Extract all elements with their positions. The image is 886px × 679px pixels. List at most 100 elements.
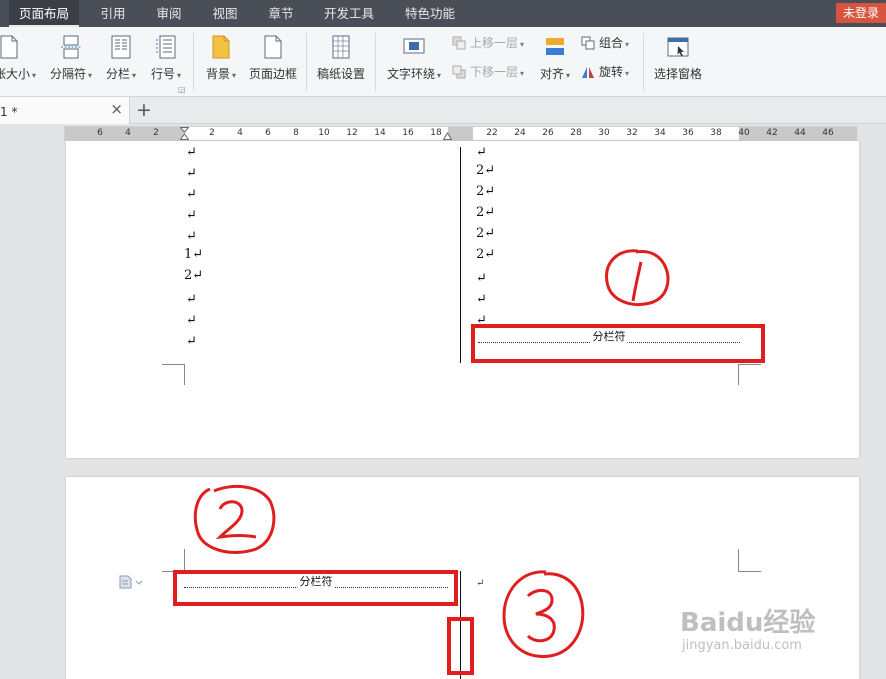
align-label: 对齐 [539, 67, 564, 81]
paragraph-line[interactable]: ↵ [186, 166, 197, 181]
horizontal-ruler[interactable]: 6 4 2 2 4 6 8 10 12 14 16 18 22 24 26 28… [64, 126, 857, 141]
tab-special-features[interactable]: 特色功能 [396, 0, 464, 27]
background-button[interactable]: 背景 ▾ [200, 27, 242, 97]
align-button[interactable]: 对齐 ▾ [535, 27, 575, 97]
paragraph-line[interactable]: ↵ [476, 145, 487, 160]
right-indent-marker-icon[interactable] [443, 127, 452, 140]
send-backward-button[interactable]: 下移一层 ▾ [452, 62, 524, 82]
tab-chapter[interactable]: 章节 [260, 0, 302, 27]
close-icon[interactable]: × [110, 100, 123, 118]
page-1[interactable]: ↵ ↵ ↵ ↵ ↵ 1↵ 2↵ ↵ ↵ ↵ ↵ 2↵ 2↵ 2↵ 2↵ 2↵ ↵… [66, 141, 859, 458]
page-break-icon [61, 35, 81, 59]
tab-developer[interactable]: 开发工具 [315, 0, 383, 27]
tab-review[interactable]: 审阅 [148, 0, 190, 27]
tab-references[interactable]: 引用 [92, 0, 134, 27]
ruler-tick-label: 18 [430, 128, 442, 138]
document-tab-strip: 档1 * × + [0, 97, 886, 124]
paragraph-mark[interactable]: ↵ [476, 578, 484, 589]
paragraph-layout-icon[interactable] [119, 575, 145, 589]
break-button[interactable]: 分隔符 ▾ [46, 27, 96, 97]
line-numbers-icon [156, 35, 176, 59]
indent-marker-icon[interactable] [180, 127, 189, 140]
login-button[interactable]: 未登录 [836, 3, 886, 23]
ruler-tick-label: 30 [598, 128, 610, 138]
tab-view[interactable]: 视图 [204, 0, 246, 27]
page-border-button[interactable]: 页面边框 [244, 27, 302, 97]
ribbon-divider [193, 33, 194, 91]
dialog-launcher-icon[interactable]: ◲ [178, 85, 186, 94]
annotation-circle-1-icon [605, 249, 670, 306]
group-icon [581, 36, 595, 50]
ruler-tick-label: 34 [654, 128, 666, 138]
paragraph-line[interactable]: ↵ [186, 208, 197, 223]
ruler-tick-label: 8 [293, 128, 299, 138]
background-icon [212, 35, 230, 59]
ribbon-divider [643, 33, 644, 91]
paragraph-line[interactable]: 2↵ [476, 163, 495, 178]
margin-corner-mark [738, 364, 761, 385]
ruler-tick-label: 28 [570, 128, 582, 138]
bring-forward-icon [452, 36, 466, 50]
rotate-button[interactable]: 旋转 ▾ [581, 62, 629, 82]
column-separator-line [460, 147, 461, 363]
document-tab-title: 档1 * [0, 105, 18, 119]
ruler-tick-label: 24 [514, 128, 526, 138]
break-label: 分隔符 [49, 67, 86, 81]
ruler-tick-label: 32 [626, 128, 638, 138]
paragraph-line[interactable]: ↵ [186, 145, 197, 160]
watermark-url: jingyan.baidu.com [682, 638, 802, 653]
paragraph-line[interactable]: ↵ [186, 187, 197, 202]
new-tab-button[interactable]: + [134, 98, 154, 122]
paragraph-line[interactable]: ↵ [186, 229, 197, 244]
ruler-tick-label: 6 [265, 128, 271, 138]
ribbon-divider [375, 33, 376, 91]
ruler-tick-label: 44 [794, 128, 806, 138]
document-tab[interactable]: 档1 * × [0, 97, 130, 124]
paragraph-line[interactable]: ↵ [476, 292, 487, 307]
paragraph-line[interactable]: 1↵ [184, 247, 203, 262]
ruler-tick-label: 46 [822, 128, 834, 138]
paragraph-line[interactable]: ↵ [186, 334, 197, 349]
ribbon: 纸张大小▾ 分隔符▾ 分栏▾ 行号▾ ◲ 背景▾ 页面边框 稿纸设置 文字环绕▾… [0, 27, 886, 97]
watermark: Baidu经验 jingyan.baidu.com [680, 602, 880, 662]
annotation-box [471, 324, 765, 363]
text-wrap-label: 文字环绕 [386, 67, 435, 81]
margin-corner-mark [162, 364, 185, 385]
paper-size-button[interactable]: 纸张大小▾ [0, 27, 40, 97]
page-border-label: 页面边框 [248, 67, 297, 81]
paragraph-line[interactable]: 2↵ [184, 268, 203, 283]
menu-bar: 页面布局 引用 审阅 视图 章节 开发工具 特色功能 未登录 [0, 0, 886, 27]
grid-paper-icon [332, 35, 350, 59]
paragraph-line[interactable]: ↵ [186, 313, 197, 328]
paragraph-line[interactable]: ↵ [186, 292, 197, 307]
group-button[interactable]: 组合 ▾ [581, 33, 629, 53]
manuscript-settings-button[interactable]: 稿纸设置 [312, 27, 370, 97]
text-wrap-icon [403, 38, 425, 54]
paragraph-line[interactable]: 2↵ [476, 247, 495, 262]
selection-pane-label: 选择窗格 [653, 67, 702, 81]
page-icon [0, 35, 18, 59]
paragraph-line[interactable]: 2↵ [476, 184, 495, 199]
bring-forward-button[interactable]: 上移一层 ▾ [452, 33, 524, 53]
tab-page-layout[interactable]: 页面布局 [9, 0, 79, 27]
paragraph-line[interactable]: 2↵ [476, 226, 495, 241]
ruler-tick-label: 12 [346, 128, 358, 138]
ruler-tick-label: 16 [402, 128, 414, 138]
text-wrap-button[interactable]: 文字环绕 ▾ [382, 27, 446, 97]
align-icon [546, 38, 564, 55]
send-backward-label: 下移一层 [470, 65, 519, 79]
ribbon-divider [306, 33, 307, 91]
margin-corner-mark [738, 549, 761, 572]
line-numbers-label: 行号 [150, 67, 175, 81]
columns-button[interactable]: 分栏 ▾ [100, 27, 142, 97]
selection-pane-button[interactable]: 选择窗格 [649, 27, 707, 97]
ruler-tick-label: 36 [682, 128, 694, 138]
selection-pane-icon [667, 37, 689, 57]
rotate-label: 旋转 [599, 65, 624, 79]
paper-size-label: 纸张大小 [0, 67, 30, 81]
ruler-tick-label: 10 [318, 128, 330, 138]
group-label: 组合 [599, 36, 624, 50]
paragraph-line[interactable]: 2↵ [476, 205, 495, 220]
paragraph-line[interactable]: ↵ [476, 271, 487, 286]
ruler-tick-label: 2 [153, 128, 159, 138]
